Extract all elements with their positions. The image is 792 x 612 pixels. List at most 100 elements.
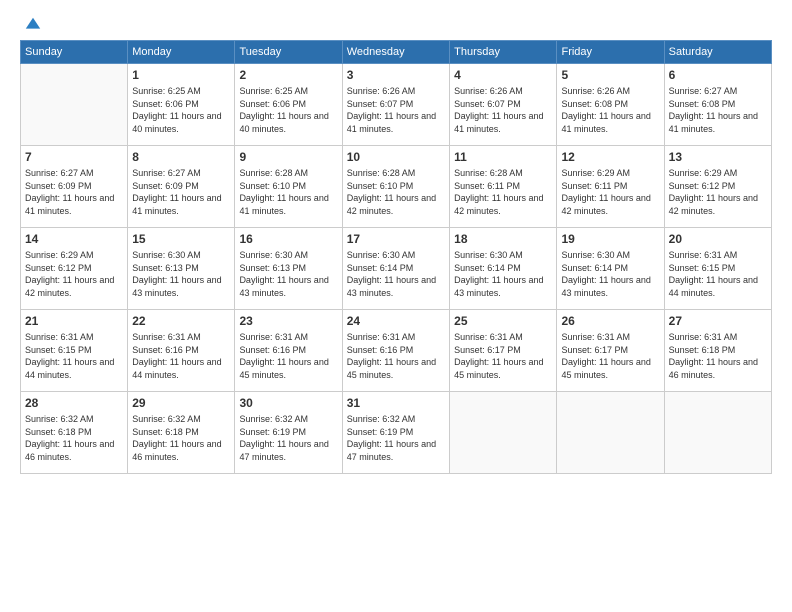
page-header xyxy=(20,16,772,30)
day-number: 9 xyxy=(239,149,337,165)
calendar-day-cell: 3 Sunrise: 6:26 AMSunset: 6:07 PMDaylight… xyxy=(342,64,449,146)
day-number: 10 xyxy=(347,149,445,165)
day-number: 4 xyxy=(454,67,552,83)
day-info: Sunrise: 6:30 AMSunset: 6:14 PMDaylight:… xyxy=(347,249,445,299)
day-number: 11 xyxy=(454,149,552,165)
calendar-day-cell: 26Sunrise: 6:31 AMSunset: 6:17 PMDayligh… xyxy=(557,310,664,392)
calendar-day-cell: 17Sunrise: 6:30 AMSunset: 6:14 PMDayligh… xyxy=(342,228,449,310)
day-number: 25 xyxy=(454,313,552,329)
calendar-day-cell: 20 Sunrise: 6:31 AMSunset: 6:15 PMDayligh… xyxy=(664,228,771,310)
day-info: Sunrise: 6:31 AMSunset: 6:16 PMDaylight:… xyxy=(347,331,445,381)
calendar-week-row: 7Sunrise: 6:27 AMSunset: 6:09 PMDaylight… xyxy=(21,146,772,228)
day-info: Sunrise: 6:31 AMSunset: 6:16 PMDaylight:… xyxy=(239,331,337,381)
calendar-day-cell xyxy=(21,64,128,146)
day-info: Sunrise: 6:25 AMSunset: 6:06 PMDaylight:… xyxy=(239,85,337,135)
day-info: Sunrise: 6:30 AMSunset: 6:14 PMDaylight:… xyxy=(454,249,552,299)
calendar-day-cell: 6 Sunrise: 6:27 AMSunset: 6:08 PMDaylight… xyxy=(664,64,771,146)
day-info: Sunrise: 6:32 AMSunset: 6:19 PMDaylight:… xyxy=(347,413,445,463)
day-number: 23 xyxy=(239,313,337,329)
day-number: 16 xyxy=(239,231,337,247)
day-number: 22 xyxy=(132,313,230,329)
calendar-day-cell: 2 Sunrise: 6:25 AMSunset: 6:06 PMDaylight… xyxy=(235,64,342,146)
day-number: 20 xyxy=(669,231,767,247)
day-info: Sunrise: 6:26 AMSunset: 6:08 PMDaylight:… xyxy=(561,85,659,135)
calendar-day-cell: 1Sunrise: 6:25 AMSunset: 6:06 PMDaylight… xyxy=(128,64,235,146)
day-number: 2 xyxy=(239,67,337,83)
day-info: Sunrise: 6:31 AMSunset: 6:17 PMDaylight:… xyxy=(454,331,552,381)
day-info: Sunrise: 6:30 AMSunset: 6:13 PMDaylight:… xyxy=(132,249,230,299)
day-info: Sunrise: 6:31 AMSunset: 6:18 PMDaylight:… xyxy=(669,331,767,381)
day-info: Sunrise: 6:28 AMSunset: 6:11 PMDaylight:… xyxy=(454,167,552,217)
calendar-day-cell: 19 Sunrise: 6:30 AMSunset: 6:14 PMDayligh… xyxy=(557,228,664,310)
calendar-week-row: 21Sunrise: 6:31 AMSunset: 6:15 PMDayligh… xyxy=(21,310,772,392)
day-number: 18 xyxy=(454,231,552,247)
day-info: Sunrise: 6:25 AMSunset: 6:06 PMDaylight:… xyxy=(132,85,230,135)
calendar-day-cell: 7Sunrise: 6:27 AMSunset: 6:09 PMDaylight… xyxy=(21,146,128,228)
day-number: 12 xyxy=(561,149,659,165)
day-number: 3 xyxy=(347,67,445,83)
day-info: Sunrise: 6:30 AMSunset: 6:13 PMDaylight:… xyxy=(239,249,337,299)
calendar-day-cell: 15 Sunrise: 6:30 AMSunset: 6:13 PMDayligh… xyxy=(128,228,235,310)
day-number: 28 xyxy=(25,395,123,411)
day-number: 19 xyxy=(561,231,659,247)
weekday-header-wednesday: Wednesday xyxy=(342,41,449,64)
calendar-day-cell: 9 Sunrise: 6:28 AMSunset: 6:10 PMDaylight… xyxy=(235,146,342,228)
weekday-header-monday: Monday xyxy=(128,41,235,64)
day-info: Sunrise: 6:30 AMSunset: 6:14 PMDaylight:… xyxy=(561,249,659,299)
day-number: 15 xyxy=(132,231,230,247)
day-info: Sunrise: 6:28 AMSunset: 6:10 PMDaylight:… xyxy=(239,167,337,217)
calendar-day-cell xyxy=(664,392,771,474)
weekday-header-sunday: Sunday xyxy=(21,41,128,64)
day-info: Sunrise: 6:26 AMSunset: 6:07 PMDaylight:… xyxy=(454,85,552,135)
day-number: 6 xyxy=(669,67,767,83)
day-number: 5 xyxy=(561,67,659,83)
calendar-day-cell: 31 Sunrise: 6:32 AMSunset: 6:19 PMDayligh… xyxy=(342,392,449,474)
calendar-day-cell: 24 Sunrise: 6:31 AMSunset: 6:16 PMDayligh… xyxy=(342,310,449,392)
day-info: Sunrise: 6:29 AMSunset: 6:12 PMDaylight:… xyxy=(669,167,767,217)
weekday-header-saturday: Saturday xyxy=(664,41,771,64)
calendar-day-cell: 12Sunrise: 6:29 AMSunset: 6:11 PMDayligh… xyxy=(557,146,664,228)
day-info: Sunrise: 6:32 AMSunset: 6:18 PMDaylight:… xyxy=(132,413,230,463)
day-info: Sunrise: 6:31 AMSunset: 6:16 PMDaylight:… xyxy=(132,331,230,381)
day-info: Sunrise: 6:27 AMSunset: 6:09 PMDaylight:… xyxy=(132,167,230,217)
day-info: Sunrise: 6:29 AMSunset: 6:12 PMDaylight:… xyxy=(25,249,123,299)
calendar-day-cell: 13 Sunrise: 6:29 AMSunset: 6:12 PMDayligh… xyxy=(664,146,771,228)
calendar-day-cell: 18 Sunrise: 6:30 AMSunset: 6:14 PMDayligh… xyxy=(450,228,557,310)
calendar-table: SundayMondayTuesdayWednesdayThursdayFrid… xyxy=(20,40,772,474)
calendar-day-cell: 21Sunrise: 6:31 AMSunset: 6:15 PMDayligh… xyxy=(21,310,128,392)
day-info: Sunrise: 6:26 AMSunset: 6:07 PMDaylight:… xyxy=(347,85,445,135)
weekday-header-friday: Friday xyxy=(557,41,664,64)
calendar-week-row: 1Sunrise: 6:25 AMSunset: 6:06 PMDaylight… xyxy=(21,64,772,146)
day-number: 29 xyxy=(132,395,230,411)
calendar-week-row: 28 Sunrise: 6:32 AMSunset: 6:18 PMDayligh… xyxy=(21,392,772,474)
day-number: 14 xyxy=(25,231,123,247)
calendar-day-cell: 22 Sunrise: 6:31 AMSunset: 6:16 PMDayligh… xyxy=(128,310,235,392)
day-number: 31 xyxy=(347,395,445,411)
logo xyxy=(20,16,42,30)
day-info: Sunrise: 6:31 AMSunset: 6:17 PMDaylight:… xyxy=(561,331,659,381)
calendar-day-cell: 4 Sunrise: 6:26 AMSunset: 6:07 PMDaylight… xyxy=(450,64,557,146)
day-info: Sunrise: 6:32 AMSunset: 6:18 PMDaylight:… xyxy=(25,413,123,463)
day-info: Sunrise: 6:27 AMSunset: 6:08 PMDaylight:… xyxy=(669,85,767,135)
calendar-day-cell: 29 Sunrise: 6:32 AMSunset: 6:18 PMDayligh… xyxy=(128,392,235,474)
calendar-day-cell: 23 Sunrise: 6:31 AMSunset: 6:16 PMDayligh… xyxy=(235,310,342,392)
calendar-day-cell: 10 Sunrise: 6:28 AMSunset: 6:10 PMDayligh… xyxy=(342,146,449,228)
calendar-day-cell: 28 Sunrise: 6:32 AMSunset: 6:18 PMDayligh… xyxy=(21,392,128,474)
day-info: Sunrise: 6:31 AMSunset: 6:15 PMDaylight:… xyxy=(669,249,767,299)
day-number: 30 xyxy=(239,395,337,411)
calendar-day-cell: 25 Sunrise: 6:31 AMSunset: 6:17 PMDayligh… xyxy=(450,310,557,392)
day-number: 27 xyxy=(669,313,767,329)
calendar-day-cell xyxy=(557,392,664,474)
day-info: Sunrise: 6:28 AMSunset: 6:10 PMDaylight:… xyxy=(347,167,445,217)
day-info: Sunrise: 6:27 AMSunset: 6:09 PMDaylight:… xyxy=(25,167,123,217)
calendar-day-cell: 16 Sunrise: 6:30 AMSunset: 6:13 PMDayligh… xyxy=(235,228,342,310)
calendar-day-cell: 8Sunrise: 6:27 AMSunset: 6:09 PMDaylight… xyxy=(128,146,235,228)
weekday-header-thursday: Thursday xyxy=(450,41,557,64)
day-info: Sunrise: 6:32 AMSunset: 6:19 PMDaylight:… xyxy=(239,413,337,463)
day-number: 24 xyxy=(347,313,445,329)
logo-icon xyxy=(24,16,42,34)
calendar-page: SundayMondayTuesdayWednesdayThursdayFrid… xyxy=(0,0,792,612)
calendar-day-cell: 5 Sunrise: 6:26 AMSunset: 6:08 PMDaylight… xyxy=(557,64,664,146)
day-number: 13 xyxy=(669,149,767,165)
calendar-day-cell: 14 Sunrise: 6:29 AMSunset: 6:12 PMDayligh… xyxy=(21,228,128,310)
